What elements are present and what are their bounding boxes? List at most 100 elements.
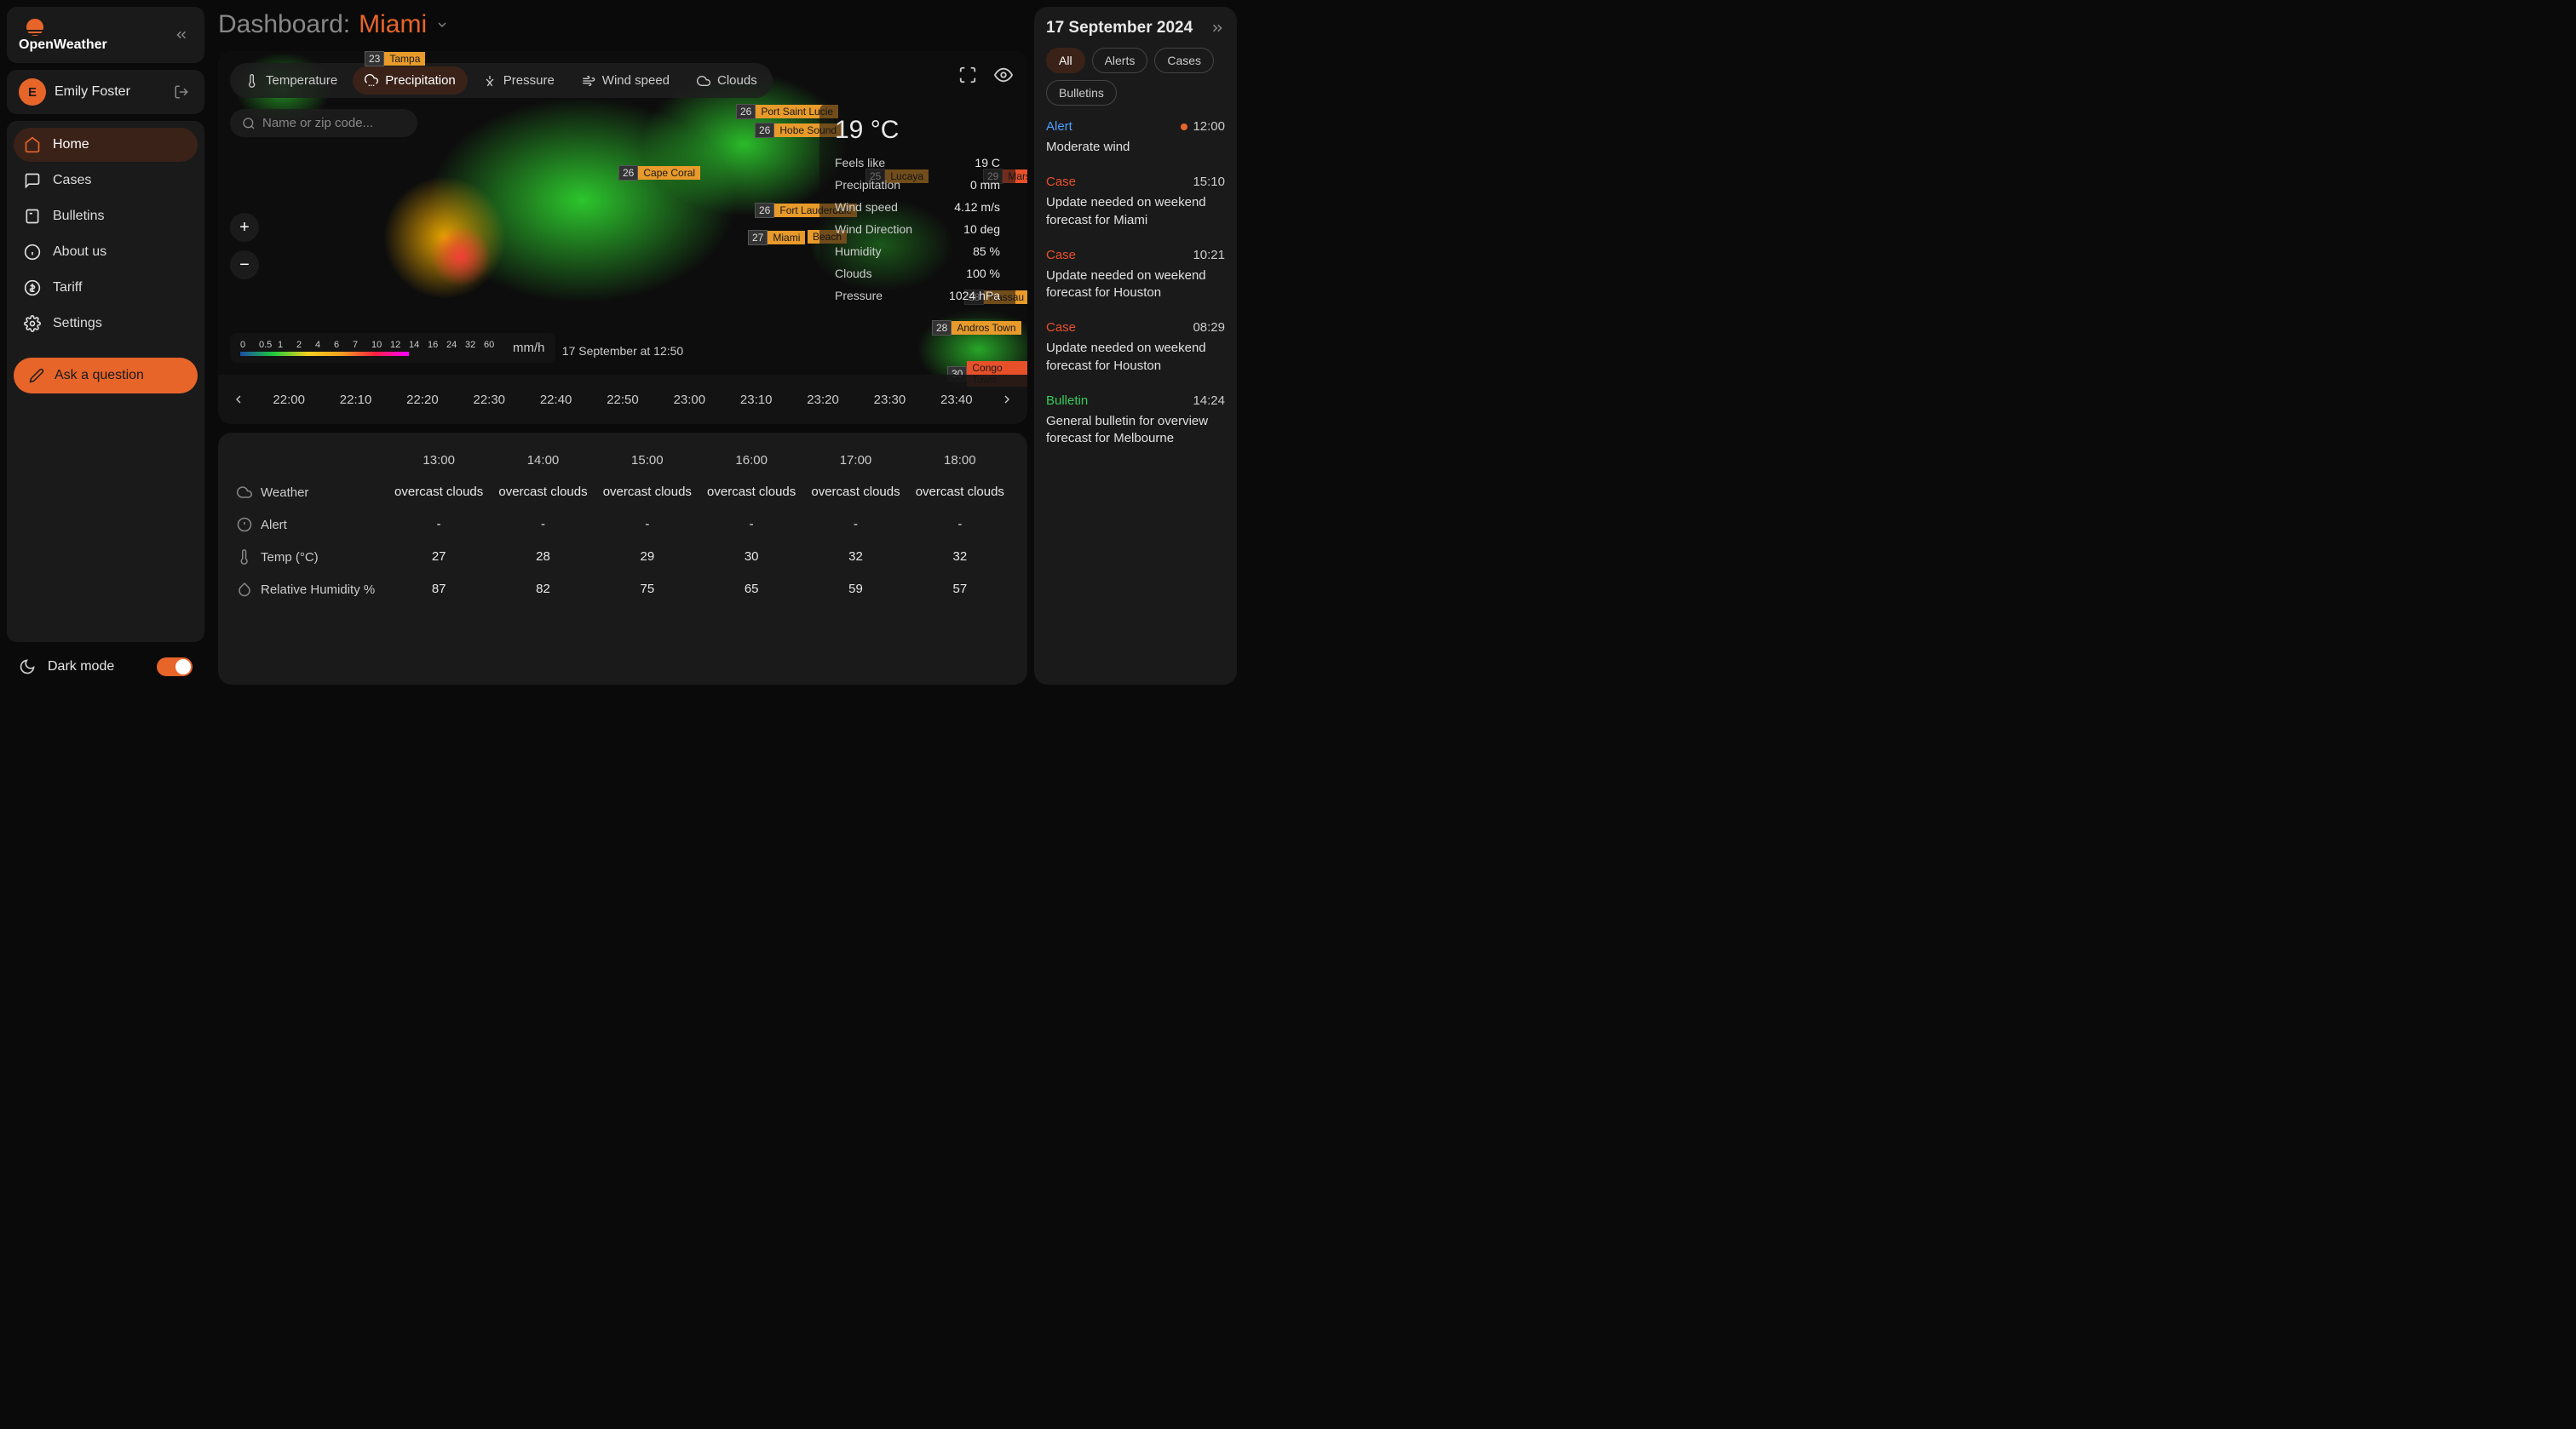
layer-tab-clouds[interactable]: Clouds	[685, 66, 769, 95]
timeline-tick[interactable]: 22:40	[540, 393, 572, 407]
hourly-cell: overcast clouds	[387, 476, 491, 508]
timeline-tick[interactable]: 22:30	[473, 393, 505, 407]
feed-item[interactable]: Case10:21Update needed on weekend foreca…	[1046, 248, 1225, 302]
darkmode-toggle[interactable]	[157, 657, 193, 676]
legend-tick: 24	[446, 340, 465, 350]
ask-question-button[interactable]: Ask a question	[14, 358, 198, 393]
nav-item-about[interactable]: About us	[14, 235, 198, 269]
timeline-next-button[interactable]	[995, 387, 1019, 411]
nav-label: Home	[53, 137, 89, 152]
timeline-tick[interactable]: 22:50	[607, 393, 639, 407]
visibility-button[interactable]	[992, 63, 1015, 87]
zoom-out-button[interactable]: −	[230, 250, 259, 279]
pin-city-name: Andros Town	[952, 321, 1021, 335]
sidebar-collapse-button[interactable]	[170, 24, 193, 46]
hourly-time-header: 15:00	[595, 445, 699, 476]
city-pin[interactable]: 28Andros Town	[932, 320, 1021, 336]
nav-item-bulletins[interactable]: Bulletins	[14, 199, 198, 233]
city-pin[interactable]: 26Cape Coral	[618, 165, 700, 181]
page-title-bar: Dashboard: Miami	[211, 7, 1034, 51]
stats-value: 19 C	[975, 156, 1000, 169]
hourly-forecast-card: 13:0014:0015:0016:0017:0018:00Weatherove…	[218, 433, 1027, 685]
feed-item[interactable]: Case08:29Update needed on weekend foreca…	[1046, 320, 1225, 375]
filter-all[interactable]: All	[1046, 48, 1085, 73]
nav-item-settings[interactable]: Settings	[14, 307, 198, 341]
timeline-tick[interactable]: 22:00	[273, 393, 305, 407]
timeline-tick[interactable]: 23:30	[874, 393, 906, 407]
zoom-controls: + −	[230, 213, 259, 279]
map-card: Temperature Precipitation Pressure Wind …	[218, 51, 1027, 424]
hourly-cell: 32	[803, 541, 907, 573]
layer-tab-precipitation[interactable]: Precipitation	[353, 66, 468, 95]
map-search-input[interactable]	[262, 116, 432, 130]
layer-tab-pressure[interactable]: Pressure	[471, 66, 566, 95]
hourly-row-label: Temp (°C)	[233, 541, 387, 573]
timeline-tick[interactable]: 22:10	[340, 393, 372, 407]
timeline-tick[interactable]: 23:00	[674, 393, 706, 407]
city-dropdown-button[interactable]	[435, 18, 449, 32]
stats-key: Pressure	[835, 289, 883, 302]
timeline-tick[interactable]: 22:20	[406, 393, 439, 407]
stats-value: 4.12 m/s	[954, 200, 1000, 214]
sidebar: OpenWeather E Emily Foster Home Cases Bu…	[0, 0, 211, 692]
feed-item[interactable]: Bulletin14:24General bulletin for overvi…	[1046, 393, 1225, 448]
logout-button[interactable]	[170, 81, 193, 103]
timeline-tick[interactable]: 23:20	[807, 393, 839, 407]
layer-tab-temperature[interactable]: Temperature	[233, 66, 349, 95]
hourly-cell: overcast clouds	[803, 476, 907, 508]
chat-icon	[24, 172, 41, 189]
hourly-cell: overcast clouds	[699, 476, 803, 508]
feed-tag: Case	[1046, 248, 1076, 262]
thermo-icon	[237, 549, 252, 565]
legend-tick: 12	[390, 340, 409, 350]
hourly-cell: 28	[491, 541, 595, 573]
nav-label: Bulletins	[53, 209, 104, 224]
feed-tag: Bulletin	[1046, 393, 1088, 408]
layer-tab-wind[interactable]: Wind speed	[570, 66, 681, 95]
city-pin[interactable]: 27Miami	[748, 230, 805, 245]
pressure-icon	[483, 74, 497, 88]
wind-icon	[582, 74, 595, 88]
filter-cases[interactable]: Cases	[1154, 48, 1214, 73]
hourly-cell: 87	[387, 573, 491, 605]
feed-time: 10:21	[1193, 248, 1225, 262]
hourly-time-header: 13:00	[387, 445, 491, 476]
ask-label: Ask a question	[55, 368, 144, 383]
nav-item-cases[interactable]: Cases	[14, 164, 198, 198]
filter-bulletins[interactable]: Bulletins	[1046, 80, 1117, 106]
stats-key: Clouds	[835, 267, 872, 280]
search-icon	[242, 117, 256, 130]
hourly-cell: -	[803, 508, 907, 541]
nav-item-tariff[interactable]: Tariff	[14, 271, 198, 305]
stats-row: Feels like19 C	[835, 152, 1000, 174]
timeline-prev-button[interactable]	[227, 387, 250, 411]
filter-alerts[interactable]: Alerts	[1092, 48, 1148, 73]
nav-label: About us	[53, 244, 106, 260]
feed-description: Moderate wind	[1046, 139, 1225, 156]
feed-item[interactable]: Alert12:00Moderate wind	[1046, 119, 1225, 156]
hourly-cell: 57	[908, 573, 1012, 605]
hourly-row-label: Relative Humidity %	[233, 573, 387, 605]
feed-item[interactable]: Case15:10Update needed on weekend foreca…	[1046, 175, 1225, 229]
nav-label: Settings	[53, 316, 102, 331]
precipitation-legend: 00.51246710121416243260 mm/h	[230, 333, 555, 363]
hourly-time-header: 14:00	[491, 445, 595, 476]
pencil-icon	[29, 368, 44, 383]
feed-description: General bulletin for overview forecast f…	[1046, 413, 1225, 448]
hourly-row-label: Alert	[233, 508, 387, 541]
legend-tick: 0	[240, 340, 259, 350]
pin-temp: 26	[755, 123, 774, 138]
timeline-tick[interactable]: 23:40	[940, 393, 973, 407]
legend-tick: 60	[484, 340, 503, 350]
legend-tick: 0.5	[259, 340, 278, 350]
feed-description: Update needed on weekend forecast for Mi…	[1046, 194, 1225, 229]
fullscreen-button[interactable]	[956, 63, 980, 87]
nav-item-home[interactable]: Home	[14, 128, 198, 162]
rightbar-collapse-button[interactable]	[1210, 20, 1225, 36]
feed-tag: Case	[1046, 175, 1076, 189]
timeline-tick[interactable]: 23:10	[740, 393, 773, 407]
hourly-cell: -	[908, 508, 1012, 541]
city-pin[interactable]: 23Tampa	[365, 51, 425, 66]
zoom-in-button[interactable]: +	[230, 213, 259, 242]
legend-tick: 4	[315, 340, 334, 350]
